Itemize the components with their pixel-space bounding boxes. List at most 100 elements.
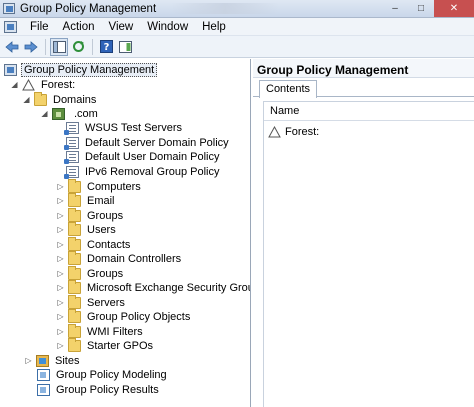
list-item[interactable]: Forest: [268, 124, 319, 139]
tree-item-gpo-link[interactable]: Default User Domain Policy [64, 149, 222, 164]
help-icon: ? [99, 40, 113, 53]
collapse-arrow-icon[interactable]: ◢ [22, 95, 31, 104]
tree-item-label: WSUS Test Servers [85, 121, 182, 134]
sites-icon [36, 354, 49, 367]
expand-arrow-icon[interactable]: ▷ [56, 269, 65, 278]
tree-item-domains[interactable]: ◢ Domains [22, 91, 98, 107]
expand-arrow-icon[interactable]: ▷ [56, 240, 65, 249]
ou-folder-icon [68, 178, 81, 193]
expand-arrow-icon[interactable]: ▷ [56, 341, 65, 350]
svg-text:?: ? [103, 42, 109, 53]
show-hide-tree-button[interactable] [50, 37, 68, 56]
tree-item-group-policy-objects[interactable]: ▷ Group Policy Objects [56, 308, 192, 324]
expand-arrow-icon[interactable]: ▷ [56, 312, 65, 321]
expand-arrow-icon[interactable]: ▷ [24, 356, 33, 365]
title-blur [170, 3, 280, 14]
tree-item-ou[interactable]: ▷ Microsoft Exchange Security Groups [56, 279, 251, 295]
tree-item-ou[interactable]: ▷ Domain Controllers [56, 250, 183, 266]
tree-item-label: .com [74, 107, 98, 120]
tree-item-forest[interactable]: ◢ Forest: [10, 77, 77, 92]
tree-item-label: Computers [87, 180, 141, 193]
tree-item-starter-gpos[interactable]: ▷ Starter GPOs [56, 337, 155, 353]
tree-item-ou[interactable]: ▷ Servers [56, 294, 127, 310]
forward-button[interactable] [22, 38, 40, 56]
gpo-link-icon [64, 165, 79, 179]
tree-item-label: Contacts [87, 238, 131, 251]
menu-help[interactable]: Help [195, 21, 233, 33]
minimize-button[interactable]: – [382, 0, 408, 17]
collapse-arrow-icon[interactable]: ◢ [40, 109, 49, 118]
starter-gpos-folder-icon [68, 337, 81, 352]
forest-triangle-icon [268, 125, 281, 137]
ou-folder-icon [68, 265, 81, 280]
tree-item-domain[interactable]: ◢ .com [40, 106, 100, 121]
ou-folder-icon [68, 294, 81, 309]
tree-item-sites[interactable]: ▷ Sites [24, 353, 81, 368]
tree-item-label: Groups [87, 267, 124, 280]
expand-arrow-icon[interactable]: ▷ [56, 225, 65, 234]
expand-arrow-icon[interactable]: ▷ [56, 298, 65, 307]
tree-item-ou[interactable]: ▷ Groups [56, 265, 125, 281]
close-button[interactable]: ✕ [434, 0, 474, 17]
toolbar: ? [0, 36, 474, 58]
menu-file[interactable]: File [23, 21, 56, 33]
title-bar: Group Policy Management – □ ✕ [0, 0, 474, 18]
tree-item-gpo-link[interactable]: WSUS Test Servers [64, 120, 184, 135]
refresh-button[interactable] [69, 38, 87, 56]
forest-triangle-icon [22, 78, 35, 90]
expand-arrow-icon[interactable]: ▷ [56, 211, 65, 220]
tree-item-results[interactable]: Group Policy Results [37, 382, 161, 397]
tree-item-label: Microsoft Exchange Security Groups [87, 281, 251, 294]
menu-bar: File Action View Window Help [0, 18, 474, 36]
menu-action[interactable]: Action [56, 21, 102, 33]
back-button[interactable] [3, 38, 21, 56]
tree-item-label: Starter GPOs [87, 339, 154, 352]
window-title: Group Policy Management [20, 2, 157, 15]
group-policy-management-icon [4, 63, 17, 76]
tree-item-label: Group Policy Objects [87, 310, 191, 323]
tree-item-ou[interactable]: ▷ Users [56, 221, 118, 237]
details-header: Group Policy Management [253, 59, 474, 78]
ou-folder-icon [68, 279, 81, 294]
tree-item-label: Group Policy Management [21, 62, 158, 77]
console-menu-icon[interactable] [4, 20, 17, 33]
tab-contents[interactable]: Contents [259, 80, 318, 98]
tree-item-label: Users [87, 223, 116, 236]
expand-arrow-icon[interactable]: ▷ [56, 327, 65, 336]
domain-icon [52, 107, 65, 120]
list-item-label: Forest: [285, 125, 320, 138]
gpo-link-icon [64, 121, 79, 135]
gpo-container-folder-icon [68, 308, 81, 323]
ou-folder-icon [68, 236, 81, 251]
tree-item-label: Domain Controllers [87, 252, 182, 265]
menu-view[interactable]: View [102, 21, 141, 33]
refresh-icon [72, 41, 84, 52]
menu-window[interactable]: Window [140, 21, 195, 33]
column-header-name[interactable]: Name [264, 102, 474, 121]
properties-button[interactable] [116, 38, 134, 56]
tree-item-gpo-link[interactable]: Default Server Domain Policy [64, 135, 231, 150]
tree-item-modeling[interactable]: Group Policy Modeling [37, 367, 169, 382]
ou-folder-icon [68, 250, 81, 265]
tree-item-ou[interactable]: ▷ Email [56, 192, 117, 208]
tree-item-group-policy-management[interactable]: Group Policy Management [4, 62, 158, 77]
details-title: Group Policy Management [257, 63, 409, 77]
tree-item-ou[interactable]: ▷ Groups [56, 207, 125, 223]
results-icon [37, 383, 50, 396]
tree-item-gpo-link[interactable]: IPv6 Removal Group Policy [64, 164, 222, 179]
group-policy-app-icon [3, 3, 15, 14]
help-button[interactable]: ? [97, 38, 115, 56]
tab-strip: Contents [253, 78, 474, 98]
tree-item-label: Group Policy Results [56, 383, 159, 396]
ou-folder-icon [68, 192, 81, 207]
expand-arrow-icon[interactable]: ▷ [56, 182, 65, 191]
maximize-button[interactable]: □ [408, 0, 434, 17]
show-hide-tree-icon [52, 40, 66, 53]
expand-arrow-icon[interactable]: ▷ [56, 196, 65, 205]
collapse-arrow-icon[interactable]: ◢ [10, 80, 19, 89]
tree-item-label: Groups [87, 209, 124, 222]
expand-arrow-icon[interactable]: ▷ [56, 283, 65, 292]
expand-arrow-icon[interactable]: ▷ [56, 254, 65, 263]
ou-folder-icon [68, 221, 81, 236]
gpo-link-icon [64, 136, 79, 150]
